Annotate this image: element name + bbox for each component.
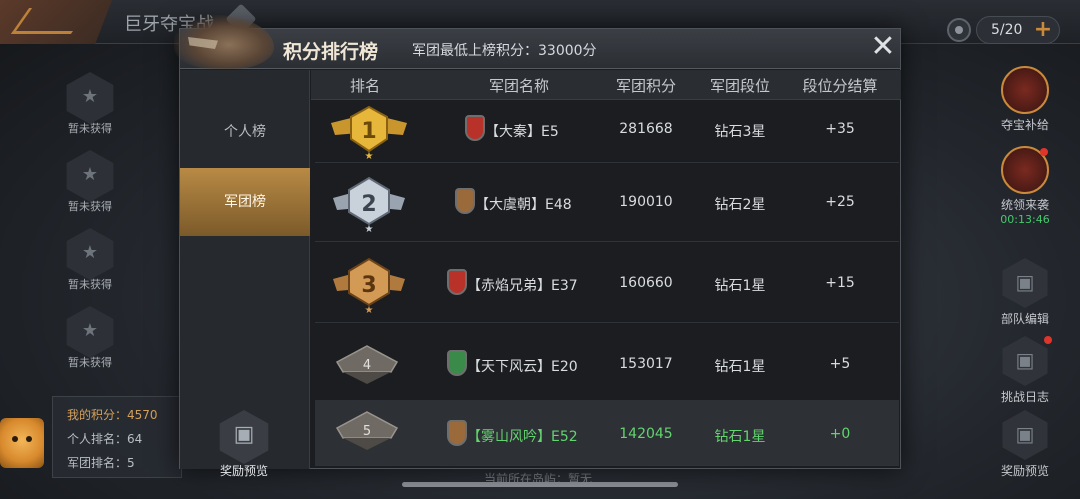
svg-text:1: 1 — [361, 119, 376, 144]
chest-icon — [66, 150, 114, 202]
modal-header: 积分排行榜 军团最低上榜积分：33000分 ✕ — [174, 15, 900, 69]
chest-icon — [66, 72, 114, 124]
legion-name: 【天下风云】E20 — [467, 359, 578, 375]
legion-tier: 钻石2星 — [714, 197, 766, 213]
side-label: 夺宝补给 — [1000, 118, 1049, 132]
legion-emblem-icon — [447, 269, 467, 295]
min-score-label: 军团最低上榜积分：33000分 — [412, 43, 597, 59]
treasure-supply-button[interactable]: 夺宝补给 — [990, 66, 1060, 133]
side-label: 部队编辑 — [1000, 312, 1049, 326]
column-header-rank: 排名 — [349, 77, 380, 95]
table-row[interactable]: 4 【天下风云】E20 153017 钻石1星 +5 — [315, 326, 899, 404]
reward-preview-side-button[interactable]: 奖励预览 — [990, 410, 1060, 479]
column-header-tier: 军团段位 — [709, 77, 770, 95]
attempts-counter: 5/20 + — [976, 16, 1060, 44]
commander-raid-button[interactable]: 统领来袭 00:13:46 — [990, 146, 1060, 226]
legion-tier: 钻石1星 — [714, 278, 766, 294]
notification-dot — [1040, 148, 1048, 156]
table-header: 排名 军团名称 军团积分 军团段位 段位分结算 — [311, 70, 901, 100]
side-label: 挑战日志 — [1000, 390, 1049, 404]
legion-emblem-icon — [465, 115, 485, 141]
legion-tier: 钻石1星 — [714, 429, 766, 445]
tab-personal[interactable]: 个人榜 — [180, 98, 310, 166]
tier-settlement: +25 — [825, 194, 855, 210]
log-icon — [1002, 336, 1048, 386]
rank-number: 5 — [363, 424, 371, 439]
notification-dot — [1044, 336, 1052, 344]
svg-text:2: 2 — [361, 192, 376, 217]
leaderboard-modal: 积分排行榜 军团最低上榜积分：33000分 ✕ 个人榜 军团榜 奖励预览 排名 … — [174, 15, 901, 478]
legion-name: 【大秦】E5 — [485, 124, 559, 140]
bronze-medal-icon: 3 ★ — [333, 257, 405, 313]
silver-medal-icon: 2 ★ — [333, 176, 405, 232]
table-row[interactable]: 2 ★ 【大虞朝】E48 190010 钻石2星 +25 — [315, 164, 899, 242]
legion-emblem-icon — [447, 350, 467, 376]
ranking-table: 排名 军团名称 军团积分 军团段位 段位分结算 1 ★ 【大秦】E5 28166… — [311, 70, 901, 469]
tab-column: 个人榜 军团榜 奖励预览 — [180, 70, 310, 478]
side-label: 统领来袭 — [1000, 198, 1049, 212]
chest-icon — [1002, 410, 1048, 460]
badge-slot[interactable]: 暂未获得 — [58, 72, 122, 136]
reward-preview-button[interactable]: 奖励预览 — [208, 410, 280, 479]
table-row[interactable]: 1 ★ 【大秦】E5 281668 钻石3星 +35 — [315, 101, 899, 163]
legion-score: 160660 — [619, 275, 673, 291]
legion-emblem-icon — [455, 188, 475, 214]
table-row[interactable]: 3 ★ 【赤焰兄弟】E37 160660 钻石1星 +15 — [315, 245, 899, 323]
tab-legion[interactable]: 军团榜 — [180, 168, 310, 236]
legion-score: 153017 — [619, 356, 673, 372]
tier-settlement: +0 — [829, 426, 851, 442]
legion-emblem-icon — [447, 420, 467, 446]
back-arrow-icon — [10, 8, 90, 34]
troop-edit-button[interactable]: 部队编辑 — [990, 258, 1060, 327]
modal-title: 积分排行榜 — [283, 41, 379, 63]
rank-plate-icon: 5 — [335, 411, 399, 450]
chest-icon — [66, 228, 114, 280]
legion-rank: 军团排名：5 — [67, 456, 135, 470]
tier-settlement: +15 — [825, 275, 855, 291]
side-label: 奖励预览 — [1000, 464, 1049, 478]
badge-slot[interactable]: 暂未获得 — [58, 306, 122, 370]
supply-icon — [1001, 66, 1049, 114]
svg-text:★: ★ — [365, 305, 374, 313]
badge-slot[interactable]: 暂未获得 — [58, 228, 122, 292]
legion-name: 【雾山风吟】E52 — [467, 429, 578, 445]
rank-plate-icon: 4 — [335, 345, 399, 384]
legion-tier: 钻石3星 — [714, 124, 766, 140]
legion-name: 【赤焰兄弟】E37 — [467, 278, 578, 294]
my-score: 我的积分：4570 — [67, 408, 158, 422]
tier-settlement: +35 — [825, 121, 855, 137]
challenge-log-button[interactable]: 挑战日志 — [990, 336, 1060, 405]
rank-number: 4 — [363, 358, 371, 373]
legion-name: 【大虞朝】E48 — [475, 197, 572, 213]
column-header-name: 军团名称 — [488, 77, 549, 95]
legion-score: 190010 — [619, 194, 673, 210]
svg-text:3: 3 — [361, 273, 376, 298]
reward-preview-label: 奖励预览 — [219, 464, 268, 478]
troops-icon — [1002, 258, 1048, 308]
chest-icon — [219, 410, 269, 464]
table-row-own[interactable]: 5 【雾山风吟】E52 142045 钻石1星 +0 — [315, 400, 899, 466]
column-header-settle: 段位分结算 — [802, 77, 878, 95]
gold-medal-icon: 1 ★ — [331, 105, 407, 159]
legion-score: 142045 — [619, 426, 673, 442]
back-button[interactable] — [0, 0, 112, 44]
close-icon[interactable]: ✕ — [868, 32, 898, 63]
badge-slot[interactable]: 暂未获得 — [58, 150, 122, 214]
eye-icon[interactable] — [947, 18, 971, 42]
cat-avatar[interactable] — [0, 418, 44, 468]
home-indicator[interactable] — [402, 482, 678, 487]
plus-icon[interactable]: + — [1033, 19, 1053, 41]
legion-score: 281668 — [619, 121, 673, 137]
raid-timer: 00:13:46 — [1000, 213, 1050, 226]
personal-rank: 个人排名：64 — [67, 432, 143, 446]
column-header-score: 军团积分 — [615, 77, 676, 95]
stats-panel: 我的积分：4570 个人排名：64 军团排名：5 — [52, 396, 182, 478]
svg-text:★: ★ — [365, 151, 374, 159]
legion-tier: 钻石1星 — [714, 359, 766, 375]
counter-text: 5/20 — [991, 22, 1023, 38]
chest-icon — [66, 306, 114, 358]
svg-text:★: ★ — [365, 224, 374, 232]
tier-settlement: +5 — [829, 356, 851, 372]
